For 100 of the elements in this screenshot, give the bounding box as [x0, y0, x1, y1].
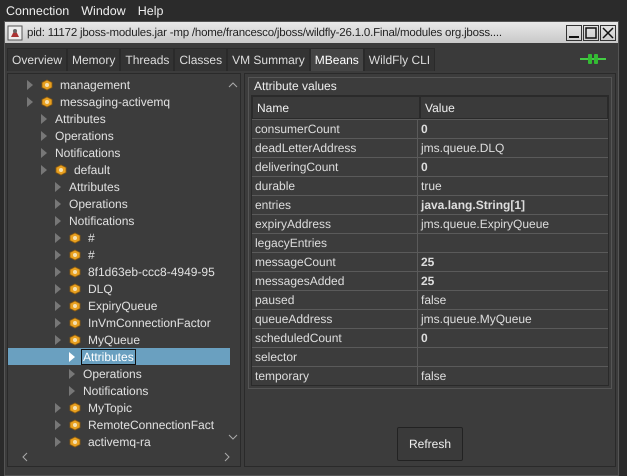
table-cell: expiryAddress	[252, 215, 418, 233]
tree-item[interactable]: RemoteConnectionFact	[86, 416, 216, 432]
expand-icon[interactable]	[54, 418, 62, 430]
table-cell: temporary	[252, 367, 418, 385]
tree-item[interactable]: Notifications	[81, 382, 150, 398]
bean-icon	[69, 402, 81, 414]
menu-item[interactable]: Connection	[6, 4, 70, 18]
tab[interactable]: Threads	[120, 48, 174, 71]
table-cell: entries	[252, 196, 418, 214]
expand-icon[interactable]	[54, 232, 62, 244]
tree-item[interactable]: Attributes	[53, 110, 108, 126]
bean-icon	[69, 266, 81, 278]
table-cell-text: 0	[420, 330, 429, 347]
table-cell-text: jms.queue.MyQueue	[420, 311, 533, 328]
bean-icon	[41, 96, 53, 108]
tree-item[interactable]: 8f1d63eb-ccc8-4949-95	[86, 264, 217, 280]
refresh-button[interactable]: Refresh	[397, 427, 463, 461]
table-cell-text: false	[420, 368, 448, 385]
expand-icon[interactable]	[54, 198, 62, 210]
table-cell-text: jms.queue.ExpiryQueue	[420, 216, 550, 233]
tree-item[interactable]: Attributes	[67, 178, 122, 194]
menu-item[interactable]: Window	[81, 4, 126, 18]
tree-item[interactable]: Notifications	[53, 144, 122, 160]
tree-item[interactable]: #	[86, 230, 97, 246]
tree-item[interactable]: messaging-activemq	[58, 94, 172, 110]
expand-icon[interactable]	[54, 214, 62, 226]
connection-icon	[580, 53, 606, 65]
table-cell: queueAddress	[252, 310, 418, 328]
tree-item[interactable]: Operations	[81, 366, 144, 382]
tree-item[interactable]: default	[72, 162, 112, 178]
table-cell-text: jms.queue.DLQ	[420, 140, 506, 157]
tree-item[interactable]: management	[58, 76, 132, 92]
table-cell-text: 0	[420, 121, 429, 138]
expand-icon[interactable]	[26, 96, 34, 108]
expand-icon[interactable]	[68, 384, 76, 396]
bean-icon	[41, 78, 53, 90]
tab[interactable]: Overview	[7, 48, 68, 71]
tree-item[interactable]: MyQueue	[86, 332, 142, 348]
expand-icon[interactable]	[54, 436, 62, 448]
scroll-right-icon[interactable]	[224, 452, 230, 462]
expand-icon[interactable]	[26, 78, 34, 90]
bean-icon	[69, 248, 81, 260]
expand-icon[interactable]	[54, 402, 62, 414]
bean-icon	[69, 316, 81, 328]
table-cell-text: 0	[420, 159, 429, 176]
table-cell-text: 25	[420, 254, 436, 271]
tab[interactable]: Memory	[67, 48, 120, 71]
bean-icon	[69, 282, 81, 294]
expand-icon[interactable]	[54, 266, 62, 278]
expand-icon[interactable]	[54, 334, 62, 346]
scroll-down-icon[interactable]	[228, 434, 238, 440]
column-header[interactable]: Value	[420, 96, 608, 119]
table-cell: consumerCount	[252, 120, 418, 138]
close-icon[interactable]	[600, 24, 616, 40]
tab[interactable]: MBeans	[310, 48, 364, 71]
expand-icon[interactable]	[40, 112, 48, 124]
table-cell: durable	[252, 177, 418, 195]
tree-item[interactable]: Operations	[53, 128, 116, 144]
expand-icon[interactable]	[54, 282, 62, 294]
tree-item[interactable]: activemq-ra	[86, 434, 153, 450]
scroll-up-icon[interactable]	[228, 82, 238, 88]
table-cell: paused	[252, 291, 418, 309]
tree-item[interactable]: MyTopic	[86, 400, 134, 416]
expand-icon[interactable]	[54, 180, 62, 192]
tab[interactable]: VM Summary	[227, 48, 310, 71]
expand-icon[interactable]	[68, 350, 76, 362]
tree-item[interactable]: #	[86, 246, 97, 262]
tree-item[interactable]: InVmConnectionFactor	[86, 314, 213, 330]
minimize-icon[interactable]	[566, 24, 582, 40]
tree-item[interactable]: Operations	[67, 196, 130, 212]
app-icon	[7, 24, 23, 40]
expand-icon[interactable]	[40, 146, 48, 158]
table-cell: deadLetterAddress	[252, 139, 418, 157]
tree-item[interactable]: DLQ	[86, 280, 115, 296]
table-cell: messageCount	[252, 253, 418, 271]
table-cell-text: true	[420, 178, 443, 195]
expand-icon[interactable]	[40, 130, 48, 142]
scroll-left-icon[interactable]	[22, 452, 28, 462]
group-title: Attribute values	[253, 79, 338, 93]
table-cell-text: false	[420, 292, 448, 309]
bean-icon	[69, 232, 81, 244]
column-header[interactable]: Name	[252, 96, 420, 119]
bean-icon	[55, 164, 67, 176]
bean-icon	[69, 334, 81, 346]
maximize-icon[interactable]	[583, 24, 599, 40]
bean-icon	[69, 300, 81, 312]
tab[interactable]: Classes	[174, 48, 228, 71]
expand-icon[interactable]	[54, 316, 62, 328]
expand-icon[interactable]	[54, 300, 62, 312]
expand-icon[interactable]	[68, 368, 76, 380]
table-cell: deliveringCount	[252, 158, 418, 176]
tree-item[interactable]: ExpiryQueue	[86, 298, 160, 314]
bean-icon	[69, 436, 81, 448]
expand-icon[interactable]	[40, 164, 48, 176]
tab[interactable]: WildFly CLI	[364, 48, 436, 71]
window-title: pid: 11172 jboss-modules.jar -mp /home/francesco/jboss/wildfly-26.1.0.Final/modules org.jboss....	[27, 26, 503, 38]
tree-item[interactable]: Notifications	[67, 212, 136, 228]
menu-item[interactable]: Help	[138, 4, 164, 18]
expand-icon[interactable]	[54, 248, 62, 260]
table-cell-text: java.lang.String[1]	[420, 197, 526, 214]
